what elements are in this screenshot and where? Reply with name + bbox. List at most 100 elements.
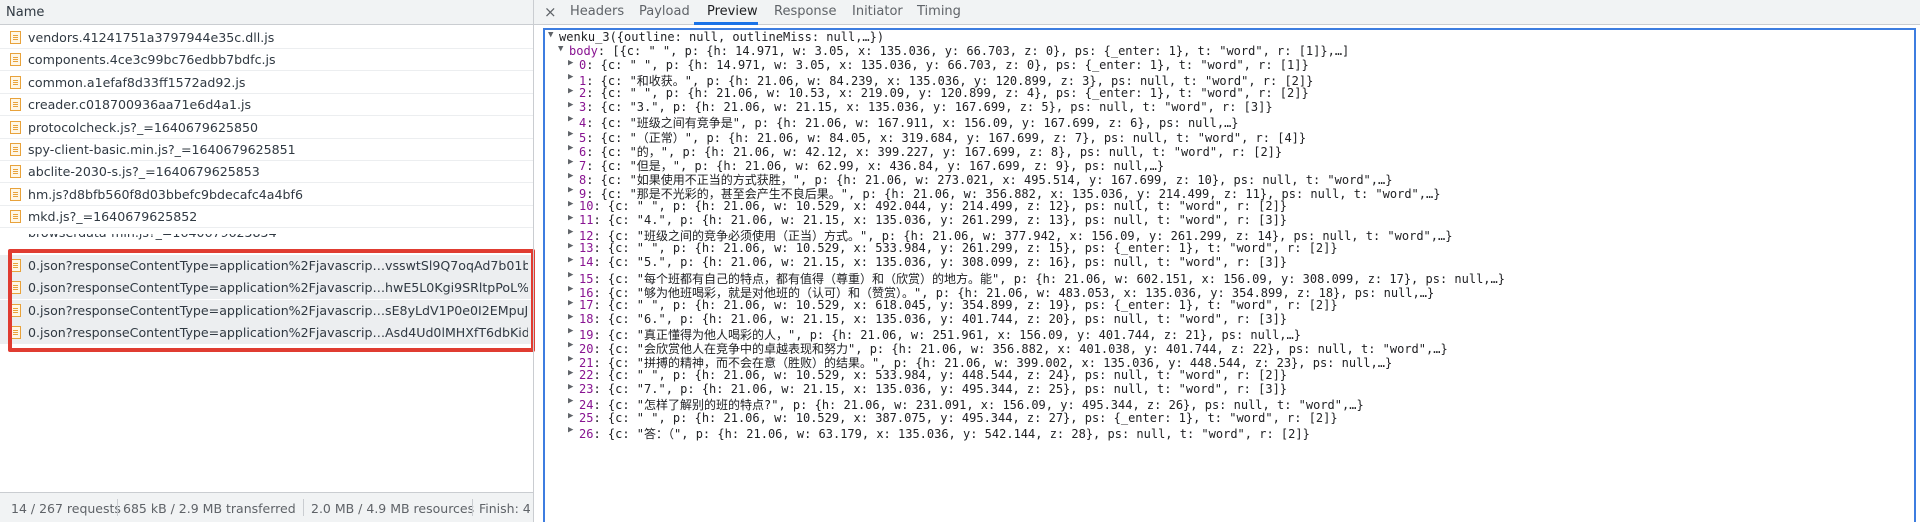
status-divider	[117, 499, 118, 516]
name-column-header[interactable]: Name	[0, 0, 533, 25]
request-row[interactable]: abclite-2030-s.js?_=1640679625853	[0, 161, 533, 184]
json-key: 13	[579, 241, 594, 256]
request-name: spy-client-basic.min.js?_=1640679625851	[28, 142, 296, 157]
expanded-triangle-icon[interactable]: ▼	[558, 44, 563, 54]
collapsed-triangle-icon[interactable]: ▶	[568, 425, 573, 435]
collapsed-triangle-icon[interactable]: ▶	[568, 396, 573, 406]
collapsed-triangle-icon[interactable]: ▶	[568, 157, 573, 167]
script-file-icon	[10, 165, 21, 179]
request-row[interactable]: common.a1efaf8d33ff1572ad92.js	[0, 72, 533, 94]
tab-timing[interactable]: Timing	[917, 4, 961, 19]
json-key: 14	[579, 255, 594, 270]
name-column-label: Name	[6, 5, 45, 20]
request-row-partial[interactable]: browserdata-min.js?_=1640679625854	[0, 234, 533, 242]
expanded-triangle-icon[interactable]: ▼	[548, 30, 553, 40]
collapsed-triangle-icon[interactable]: ▶	[568, 129, 573, 139]
request-name: common.a1efaf8d33ff1572ad92.js	[28, 74, 246, 90]
json-value-summary: : {c: "6.", p: {h: 21.06, w: 21.15, x: 1…	[593, 311, 1288, 326]
request-row[interactable]: mkd.js?_=1640679625852	[0, 206, 533, 229]
request-name: creader.c018700936aa71e6d4a1.js	[28, 97, 252, 113]
tab-preview[interactable]: Preview	[707, 4, 758, 19]
json-value-summary: : {c: "7.", p: {h: 21.06, w: 21.15, x: 1…	[593, 382, 1288, 397]
script-file-icon	[10, 210, 21, 224]
collapsed-triangle-icon[interactable]: ▶	[568, 382, 573, 392]
json-key: 22	[579, 368, 594, 383]
status-divider	[303, 499, 304, 516]
json-preview-tree: ▼ wenku_3({outline: null, outlineMiss: nu…	[543, 28, 1916, 522]
resources-size: 2.0 MB / 4.9 MB resources	[311, 501, 475, 516]
json-value-summary: : {c: "3.", p: {h: 21.06, w: 21.15, x: 1…	[586, 100, 1273, 115]
requests-count: 14 / 267 requests	[11, 501, 121, 516]
collapsed-triangle-icon[interactable]: ▶	[568, 100, 573, 110]
network-status-bar: 14 / 267 requests 685 kB / 2.9 MB transf…	[0, 492, 533, 522]
request-name: browserdata-min.js?_=1640679625854	[28, 234, 277, 240]
json-key: 23	[579, 382, 594, 397]
collapsed-triangle-icon[interactable]: ▶	[568, 241, 573, 251]
json-value-summary: : {c: "5.", p: {h: 21.06, w: 21.15, x: 1…	[593, 255, 1288, 270]
request-row[interactable]: components.4ce3c99bc76edbb7bdfc.js	[0, 49, 533, 72]
collapsed-triangle-icon[interactable]: ▶	[568, 354, 573, 364]
request-row[interactable]: hm.js?d8bfb560f8d03bbefc9bdecafc4a4bf6	[0, 184, 533, 206]
collapsed-triangle-icon[interactable]: ▶	[568, 213, 573, 223]
collapsed-triangle-icon[interactable]: ▶	[568, 199, 573, 209]
request-row[interactable]: protocolcheck.js?_=1640679625850	[0, 117, 533, 139]
network-request-panel: Name vendors.41241751a3797944e35c.dll.js…	[0, 0, 535, 522]
collapsed-triangle-icon[interactable]: ▶	[568, 340, 573, 350]
collapsed-triangle-icon[interactable]: ▶	[568, 185, 573, 195]
collapsed-triangle-icon[interactable]: ▶	[568, 312, 573, 322]
script-file-icon	[10, 187, 21, 201]
json-key: 26	[579, 426, 594, 441]
collapsed-triangle-icon[interactable]: ▶	[568, 411, 573, 421]
active-tab-indicator	[694, 22, 758, 25]
tab-response[interactable]: Response	[774, 4, 836, 19]
close-icon[interactable]: ×	[544, 3, 557, 21]
collapsed-triangle-icon[interactable]: ▶	[568, 368, 573, 378]
panel-splitter[interactable]	[533, 0, 534, 522]
tab-payload[interactable]: Payload	[639, 4, 690, 19]
script-file-icon	[10, 31, 21, 44]
collapsed-triangle-icon[interactable]: ▶	[568, 255, 573, 265]
json-value-summary: : {c: "4.", p: {h: 21.06, w: 21.15, x: 1…	[593, 213, 1288, 228]
collapsed-triangle-icon[interactable]: ▶	[568, 298, 573, 308]
collapsed-triangle-icon[interactable]: ▶	[568, 114, 573, 124]
request-name: abclite-2030-s.js?_=1640679625853	[28, 164, 260, 180]
collapsed-triangle-icon[interactable]: ▶	[568, 227, 573, 237]
finish-time: Finish: 4	[479, 501, 531, 516]
collapsed-triangle-icon[interactable]: ▶	[568, 72, 573, 82]
request-row[interactable]: creader.c018700936aa71e6d4a1.js	[0, 94, 533, 117]
detail-tab-bar: × Headers Payload Preview Response Initi…	[534, 0, 1920, 25]
collapsed-triangle-icon[interactable]: ▶	[568, 86, 573, 96]
request-row[interactable]: spy-client-basic.min.js?_=1640679625851	[0, 139, 533, 161]
collapsed-triangle-icon[interactable]: ▶	[568, 171, 573, 181]
collapsed-triangle-icon[interactable]: ▶	[568, 270, 573, 280]
json-value-summary: : {c: " ", p: {h: 21.06, w: 10.529, x: 5…	[593, 368, 1288, 383]
json-value-summary: : {c: " ", p: {h: 21.06, w: 10.529, x: 4…	[593, 199, 1288, 213]
highlight-annotation-box	[8, 249, 535, 352]
tab-initiator[interactable]: Initiator	[852, 4, 903, 19]
script-file-icon	[10, 98, 21, 112]
json-root-summary: wenku_3({outline: null, outlineMiss: nul…	[559, 30, 885, 44]
request-row[interactable]: vendors.41241751a3797944e35c.dll.js	[0, 27, 533, 49]
json-key: 25	[579, 410, 594, 425]
json-value-summary: : {c: " ", p: {h: 21.06, w: 10.53, x: 21…	[586, 86, 1309, 101]
json-value-summary: : [{c: " ", p: {h: 14.971, w: 3.05, x: 1…	[597, 44, 1350, 58]
json-value-summary: : {c: " ", p: {h: 21.06, w: 10.529, x: 5…	[593, 241, 1338, 256]
json-key: 18	[579, 311, 594, 326]
json-value-summary: : {c: " ", p: {h: 21.06, w: 10.529, x: 3…	[593, 410, 1338, 425]
collapsed-triangle-icon[interactable]: ▶	[568, 284, 573, 294]
request-name: vendors.41241751a3797944e35c.dll.js	[28, 30, 275, 45]
script-file-icon	[10, 53, 21, 67]
json-key: body	[569, 44, 598, 58]
request-name: protocolcheck.js?_=1640679625850	[28, 119, 259, 135]
request-name: mkd.js?_=1640679625852	[28, 209, 198, 225]
collapsed-triangle-icon[interactable]: ▶	[568, 326, 573, 336]
json-key: 11	[579, 213, 594, 228]
status-divider	[472, 499, 473, 516]
collapsed-triangle-icon[interactable]: ▶	[568, 143, 573, 153]
json-key: 10	[579, 199, 594, 213]
collapsed-triangle-icon[interactable]: ▶	[568, 58, 573, 68]
json-value-summary: : {c: " ", p: {h: 14.971, w: 3.05, x: 13…	[586, 58, 1309, 72]
tab-headers[interactable]: Headers	[570, 4, 624, 19]
json-value-summary: : {c: " ", p: {h: 21.06, w: 10.529, x: 6…	[593, 297, 1338, 312]
transferred-size: 685 kB / 2.9 MB transferred	[123, 501, 296, 516]
